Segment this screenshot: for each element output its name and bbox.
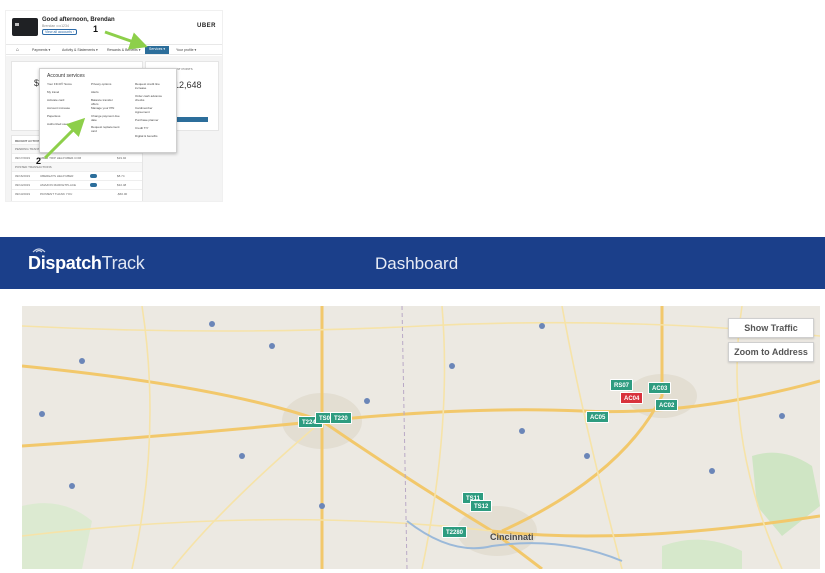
vehicle-marker[interactable]: AC03 <box>648 382 672 394</box>
nav-activity[interactable]: Activity & Statements ▾ <box>62 48 98 52</box>
nav-services[interactable]: Services ▾ <box>145 46 170 54</box>
menu-item[interactable]: Manage your PIN <box>91 106 121 111</box>
row-amount: $32.48 <box>117 183 127 187</box>
menu-item[interactable]: Request credit line increase <box>135 82 165 90</box>
row-desc: AMAZON MARKETPLACE <box>40 183 77 187</box>
city-label: Cincinnati <box>490 532 534 542</box>
menu-item[interactable]: My travel <box>47 90 77 95</box>
status-badge <box>90 183 97 187</box>
vehicle-marker[interactable]: AC05 <box>586 411 610 423</box>
posted-header: POSTED TRANSACTIONS <box>12 162 142 171</box>
show-traffic-button[interactable]: Show Traffic <box>728 318 814 338</box>
row-amount: -$60.00 <box>117 192 128 196</box>
row-desc: UBEREATS HELP.UBER <box>40 174 74 178</box>
row-amount: $19.92 <box>117 156 127 160</box>
account-number: Brendan ••••1234 <box>42 24 69 28</box>
menu-item[interactable]: Paperless <box>47 114 77 119</box>
menu-item[interactable]: Digital & benefits <box>135 134 165 139</box>
table-row[interactable]: 09/17/2019 UBER TRIP HELP.UBER.COM $19.9… <box>12 153 142 162</box>
menu-item-replacement-card[interactable]: Request replacement card <box>91 125 121 133</box>
map-roads <box>22 306 820 569</box>
page-title: Dashboard <box>375 254 459 273</box>
menu-item[interactable]: Credit TIY <box>135 126 165 131</box>
signal-icon <box>32 248 46 253</box>
services-dropdown-menu: Account services Your FICO® Score My tra… <box>39 68 177 153</box>
menu-item[interactable]: Change payment due date <box>91 114 121 122</box>
menu-item[interactable]: Privacy options <box>91 82 121 87</box>
row-desc: UBER TRIP HELP.UBER.COM <box>40 156 82 160</box>
logo-track: Track <box>101 253 145 273</box>
menu-item[interactable]: Order cash advance checks <box>135 94 165 102</box>
annotation-number-2: 2 <box>36 156 42 166</box>
status-badge <box>90 174 97 178</box>
nav-profile[interactable]: Your profile ▾ <box>176 48 196 52</box>
row-date: 09/16/2019 <box>15 174 31 178</box>
greeting: Good afternoon, Brendan <box>42 17 115 23</box>
points-value: 12,648 <box>174 80 202 90</box>
vehicle-marker[interactable]: TS12 <box>470 500 493 512</box>
view-accounts-link[interactable]: View all accounts › <box>42 29 78 35</box>
row-date: 09/17/2019 <box>15 156 31 160</box>
recent-activity-label: RECENT ACTIVITY <box>15 139 42 143</box>
row-date: 09/13/2019 <box>15 192 31 196</box>
vehicle-marker[interactable]: AC02 <box>655 399 679 411</box>
main-nav: ⌂ Payments ▾ Activity & Statements ▾ Rew… <box>6 44 222 55</box>
row-desc: PAYMENT THANK YOU <box>40 192 73 196</box>
menu-item[interactable]: Authorized users <box>47 122 77 127</box>
zoom-to-address-button[interactable]: Zoom to Address <box>728 342 814 362</box>
menu-item[interactable]: Account increase <box>47 106 77 111</box>
posted-label: POSTED TRANSACTIONS <box>15 165 52 169</box>
logo-dispatch: Dispatch <box>28 253 102 273</box>
nav-rewards[interactable]: Rewards & Benefits ▾ <box>107 48 140 52</box>
uber-account-screenshot: Good afternoon, Brendan Brendan ••••1234… <box>5 10 223 202</box>
row-date: 09/14/2019 <box>15 183 31 187</box>
account-header: Good afternoon, Brendan Brendan ••••1234… <box>6 11 222 43</box>
vehicle-marker[interactable]: T2280 <box>442 526 468 538</box>
vehicle-marker[interactable]: T220 <box>330 412 352 424</box>
menu-item[interactable]: Purchase planner <box>135 118 165 123</box>
menu-item[interactable]: Alerts <box>91 90 121 95</box>
home-icon[interactable]: ⌂ <box>16 47 19 53</box>
table-row[interactable]: 09/16/2019 UBEREATS HELP.UBER $8.74 <box>12 171 142 180</box>
row-amount: $8.74 <box>117 174 125 178</box>
table-row[interactable]: 09/13/2019 PAYMENT THANK YOU -$60.00 <box>12 189 142 198</box>
menu-item[interactable]: Your FICO® Score <box>47 82 77 87</box>
menu-item[interactable]: Cardmember Agreement <box>135 106 165 114</box>
nav-payments[interactable]: Payments ▾ <box>32 48 50 52</box>
vehicle-marker-alert[interactable]: AC04 <box>620 392 644 404</box>
menu-title: Account services <box>47 73 85 79</box>
map-view[interactable]: Show Traffic Zoom to Address T2240 TS01 … <box>22 306 820 569</box>
dispatchtrack-logo[interactable]: DispatchTrack <box>28 248 145 275</box>
table-row[interactable]: 09/14/2019 AMAZON MARKETPLACE $32.48 <box>12 180 142 189</box>
vehicle-marker[interactable]: RS07 <box>610 379 634 391</box>
dispatch-header: DispatchTrack Dashboard <box>0 237 825 289</box>
annotation-number-1: 1 <box>93 24 99 34</box>
menu-item[interactable]: Activate card <box>47 98 77 103</box>
credit-card-icon <box>12 18 38 36</box>
uber-logo: UBER <box>196 23 216 29</box>
